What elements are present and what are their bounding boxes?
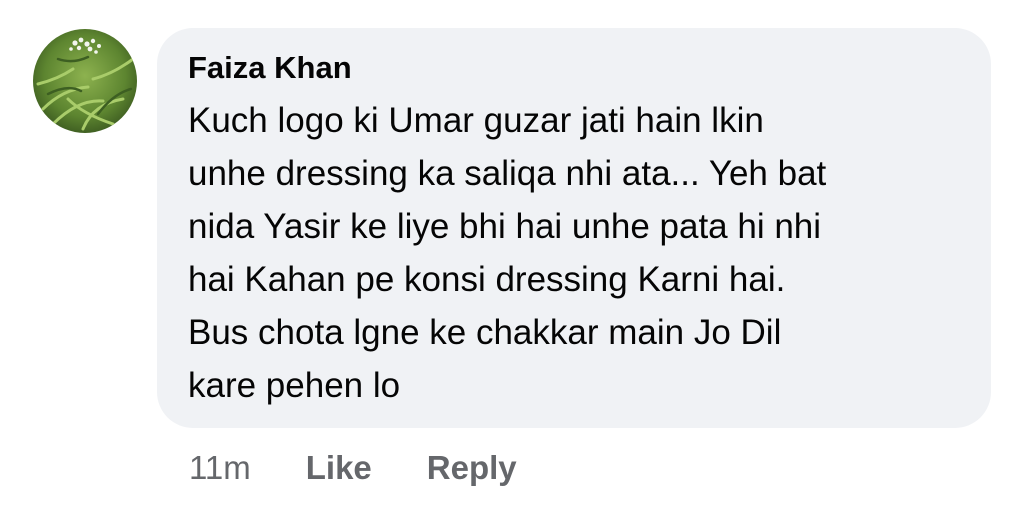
comment-text-line: unhe dressing ka saliqa nhi ata... Yeh b… — [188, 154, 827, 193]
comment-text: Kuch logo ki Umar guzar jati hain lkin u… — [188, 94, 961, 412]
profile-photo-plant-avatar-icon — [33, 29, 137, 133]
author-name[interactable]: Faiza Khan — [188, 48, 352, 88]
comment-text-line: hai Kahan pe konsi dressing Karni hai. — [188, 260, 786, 299]
comment: Faiza Khan Kuch logo ki Umar guzar jati … — [0, 0, 1024, 511]
comment-text-line: Bus chota lgne ke chakkar main Jo Dil — [188, 313, 782, 352]
reply-button[interactable]: Reply — [427, 449, 517, 487]
like-button[interactable]: Like — [306, 449, 372, 487]
comment-text-line: kare pehen lo — [188, 366, 401, 405]
comment-actions: 11m Like Reply — [189, 446, 572, 490]
comment-text-line: Kuch logo ki Umar guzar jati hain lkin — [188, 101, 764, 140]
comment-bubble: Faiza Khan Kuch logo ki Umar guzar jati … — [157, 28, 991, 428]
comment-text-line: nida Yasir ke liye bhi hai unhe pata hi … — [188, 207, 822, 246]
timestamp[interactable]: 11m — [189, 449, 251, 487]
author-avatar[interactable] — [33, 29, 137, 133]
